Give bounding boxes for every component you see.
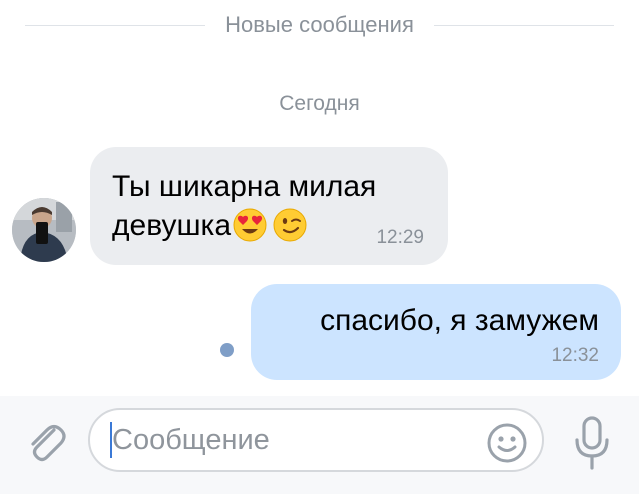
winking-face-emoji-icon (273, 208, 307, 242)
unread-indicator (220, 343, 234, 357)
paperclip-icon[interactable] (24, 418, 68, 468)
incoming-message-bubble[interactable]: Ты шикарна милая девушка 12:29 (90, 147, 448, 265)
incoming-message-text: Ты шикарна милая девушка (112, 167, 412, 245)
heart-eyes-emoji-icon (233, 208, 267, 242)
message-input-bar (0, 396, 639, 494)
new-messages-divider: Новые сообщения (0, 10, 639, 40)
divider-line-left (25, 24, 206, 26)
outgoing-message-time: 12:32 (551, 345, 599, 366)
date-label: Сегодня (279, 92, 360, 115)
outgoing-message-text: спасибо, я замужем (320, 304, 599, 337)
incoming-message-time: 12:29 (376, 227, 424, 248)
message-input[interactable] (112, 420, 472, 460)
smiley-icon[interactable] (486, 422, 528, 464)
new-messages-label: Новые сообщения (225, 12, 414, 37)
outgoing-message-bubble[interactable]: спасибо, я замужем 12:32 (251, 284, 621, 380)
sender-avatar[interactable] (12, 198, 76, 262)
message-field[interactable] (88, 408, 544, 472)
divider-line-right (433, 24, 614, 26)
microphone-icon[interactable] (572, 416, 612, 472)
